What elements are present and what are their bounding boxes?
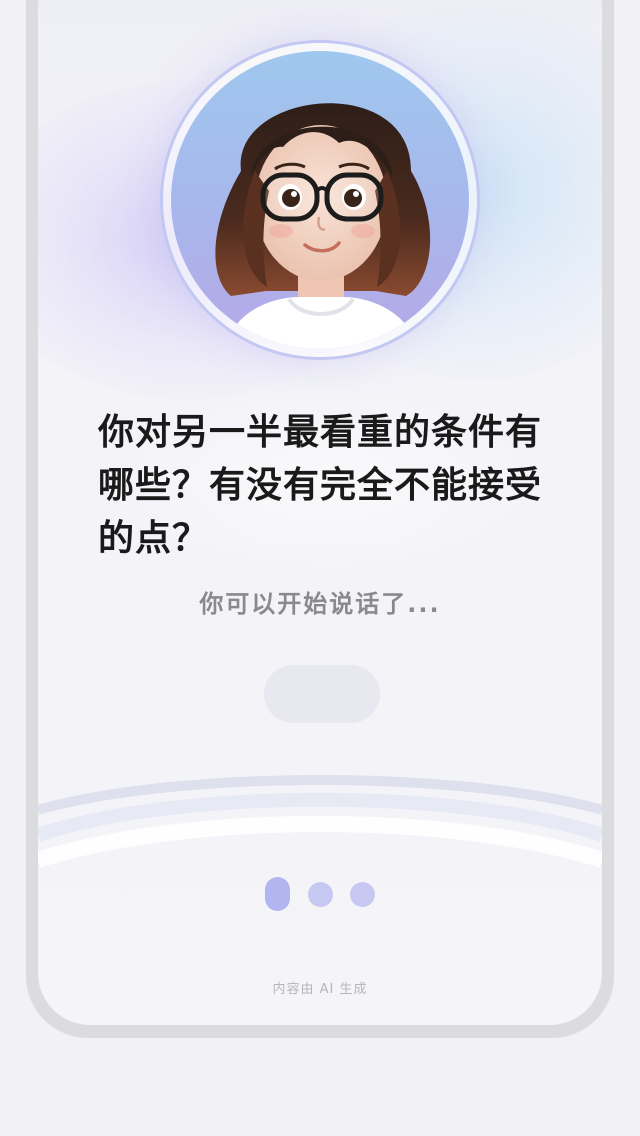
avatar <box>171 51 469 349</box>
page-dot[interactable] <box>350 882 375 907</box>
page-dot[interactable] <box>308 882 333 907</box>
wave-decoration <box>38 775 602 868</box>
voice-input-button[interactable] <box>264 665 380 723</box>
page-dot-active[interactable] <box>265 877 290 911</box>
avatar-icon <box>215 103 431 349</box>
app-page: 你对另一半最看重的条件有哪些？有没有完全不能接受的点？ 你可以开始说话了... … <box>0 0 640 1136</box>
ai-generated-note: 内容由 AI 生成 <box>272 982 368 997</box>
speak-hint: 你可以开始说话了... <box>199 590 441 618</box>
page-indicator <box>265 877 375 911</box>
question-text: 你对另一半最看重的条件有哪些？有没有完全不能接受的点？ <box>98 412 543 559</box>
